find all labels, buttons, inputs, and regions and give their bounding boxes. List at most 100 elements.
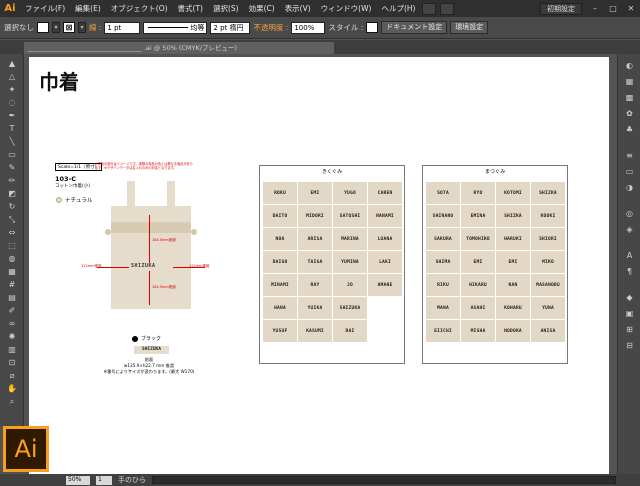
stroke-panel-icon[interactable]: ≡ (623, 150, 636, 161)
eraser-tool-icon[interactable]: ◩ (6, 188, 18, 199)
pencil-tool-icon[interactable]: ✏ (6, 175, 18, 186)
workspace-switcher[interactable]: 初期設定 (540, 2, 582, 15)
hand-tool-icon[interactable]: ✋ (6, 383, 18, 394)
blend-tool-icon[interactable]: ∞ (6, 318, 18, 329)
magic-wand-tool-icon[interactable]: ✦ (6, 84, 18, 95)
name-tile: MARINA (333, 228, 367, 250)
name-panel-matsugumi[interactable]: まつぐみ SOTA RYO KOTOMI SHIZKA SHINANO EMINA SHIZ… (422, 165, 568, 364)
name-tile: YUMINA (333, 251, 367, 273)
name-tile: EMI (298, 182, 332, 204)
paragraph-panel-icon[interactable]: ¶ (623, 266, 636, 277)
color-panel-icon[interactable]: ◐ (623, 60, 636, 71)
menu-select[interactable]: 選択(S) (208, 0, 244, 17)
rotate-tool-icon[interactable]: ↻ (6, 201, 18, 212)
fill-dropdown-icon[interactable]: ▾ (52, 22, 60, 33)
line-style-select[interactable]: 均等 (143, 21, 208, 34)
name-tile: SATOSHI (333, 205, 367, 227)
paintbrush-tool-icon[interactable]: ✎ (6, 162, 18, 173)
maximize-icon[interactable]: □ (607, 4, 619, 14)
dimension-label-height-top: 184.5mm推奨 (152, 238, 176, 242)
name-tile: DAI (333, 320, 367, 342)
stroke-weight-field[interactable]: 1 pt (104, 21, 141, 34)
document-setup-button[interactable]: ドキュメント設定 (381, 21, 448, 34)
artboard-number-field[interactable]: 1 (96, 475, 112, 485)
artboard-title: 巾着 (39, 70, 79, 94)
zoom-field[interactable]: 50% (66, 475, 90, 485)
scale-tool-icon[interactable]: ⤡ (6, 214, 18, 225)
free-transform-tool-icon[interactable]: ⬚ (6, 240, 18, 251)
slice-tool-icon[interactable]: ⧄ (6, 370, 18, 381)
direct-selection-tool-icon[interactable]: △ (6, 71, 18, 82)
brush-select[interactable]: 2 pt 楕円 (210, 21, 251, 34)
symbols-panel-icon[interactable]: ♣ (623, 124, 636, 135)
name-tile: TOMOHIRO (461, 228, 495, 250)
transparency-panel-icon[interactable]: ◑ (623, 182, 636, 193)
height-dimension-top (149, 215, 150, 263)
width-tool-icon[interactable]: ⇔ (6, 227, 18, 238)
artboards-panel-icon[interactable]: ▣ (623, 308, 636, 319)
gradient-tool-icon[interactable]: ▤ (6, 292, 18, 303)
panel-dock: ◐ ▦ ▩ ✿ ♣ ≡ ▭ ◑ ◎ ◈ A ¶ ◆ ▣ ⊞ ⊟ (617, 54, 640, 474)
fill-swatch[interactable] (37, 22, 49, 33)
artboard-tool-icon[interactable]: ⊡ (6, 357, 18, 368)
dimension-label-width-left: 122mm推奨 (81, 264, 102, 268)
menu-type[interactable]: 書式(T) (173, 0, 208, 17)
menu-object[interactable]: オブジェクト(O) (106, 0, 173, 17)
artboard[interactable]: 巾着 Scale=1/1（原寸） ※黒色の部分はイメージです。実際の商品の色とは… (29, 57, 609, 474)
document-tab[interactable]: ___________________________________ .ai … (24, 42, 334, 54)
name-tile: MANA (426, 297, 460, 319)
eyedropper-tool-icon[interactable]: ✐ (6, 305, 18, 316)
align-panel-icon[interactable]: ⊟ (623, 340, 636, 351)
name-tile: KOHARU (496, 297, 530, 319)
control-bar: 選択なし ▾ ⊠ ▾ 線 : 1 pt 均等 2 pt 楕円 不透明度 : 10… (0, 17, 640, 39)
menu-file[interactable]: ファイル(F) (20, 0, 70, 17)
column-graph-tool-icon[interactable]: ▥ (6, 344, 18, 355)
name-grid: ROKU EMI YUGO CAREN DAITO MIDORI SATOSHI NANAMI… (263, 182, 402, 342)
name-tile: ARISA (298, 228, 332, 250)
mesh-tool-icon[interactable]: # (6, 279, 18, 290)
gradient-panel-icon[interactable]: ▭ (623, 166, 636, 177)
zoom-tool-icon[interactable]: ⌕ (6, 396, 18, 407)
canvas-area[interactable]: 巾着 Scale=1/1（原寸） ※黒色の部分はイメージです。実際の商品の色とは… (24, 54, 617, 474)
line-tool-icon[interactable]: ╲ (6, 136, 18, 147)
perspective-grid-tool-icon[interactable]: ▦ (6, 266, 18, 277)
name-panel-title: きくぐみ (321, 169, 343, 175)
minimize-icon[interactable]: – (589, 4, 601, 14)
arrange-documents-icon[interactable] (440, 2, 455, 15)
brushes-panel-icon[interactable]: ✿ (623, 108, 636, 119)
menu-edit[interactable]: 編集(E) (70, 0, 106, 17)
transform-panel-icon[interactable]: ⊞ (623, 324, 636, 335)
horizontal-scrollbar[interactable] (152, 476, 616, 484)
shape-builder-tool-icon[interactable]: ◍ (6, 253, 18, 264)
symbol-sprayer-tool-icon[interactable]: ✺ (6, 331, 18, 342)
close-icon[interactable]: ✕ (625, 4, 637, 14)
graphic-styles-panel-icon[interactable]: ◈ (623, 224, 636, 235)
opacity-label[interactable]: 不透明度 : (253, 22, 288, 33)
stroke-label[interactable]: 線 : (89, 22, 101, 33)
appearance-panel-icon[interactable]: ◎ (623, 208, 636, 219)
name-tile: CAREN (368, 182, 402, 204)
rectangle-tool-icon[interactable]: ▭ (6, 149, 18, 160)
character-panel-icon[interactable]: A (623, 250, 636, 261)
type-tool-icon[interactable]: T (6, 123, 18, 134)
menu-view[interactable]: 表示(V) (280, 0, 316, 17)
name-tile: SHIZUKA (333, 297, 367, 319)
selection-tool-icon[interactable]: ▲ (6, 58, 18, 69)
stroke-dropdown-icon[interactable]: ▾ (78, 22, 86, 33)
opacity-field[interactable]: 100% (291, 21, 326, 34)
color-guide-panel-icon[interactable]: ▦ (623, 76, 636, 87)
swatches-panel-icon[interactable]: ▩ (623, 92, 636, 103)
pen-tool-icon[interactable]: ✒ (6, 110, 18, 121)
layers-panel-icon[interactable]: ◆ (623, 292, 636, 303)
name-panel-kikugumi[interactable]: きくぐみ ROKU EMI YUGO CAREN DAITO MIDORI SATOSHI N… (259, 165, 405, 364)
name-tile: HIKARU (461, 274, 495, 296)
menu-effect[interactable]: 効果(C) (244, 0, 280, 17)
menu-help[interactable]: ヘルプ(H) (376, 0, 420, 17)
stroke-swatch[interactable]: ⊠ (63, 22, 75, 33)
preferences-button[interactable]: 環境設定 (450, 21, 489, 34)
lasso-tool-icon[interactable]: ◌ (6, 97, 18, 108)
bridge-icon[interactable] (422, 2, 437, 15)
bag-drawstring (111, 222, 191, 233)
menu-window[interactable]: ウィンドウ(W) (316, 0, 377, 17)
graphic-style-swatch[interactable] (366, 22, 379, 33)
